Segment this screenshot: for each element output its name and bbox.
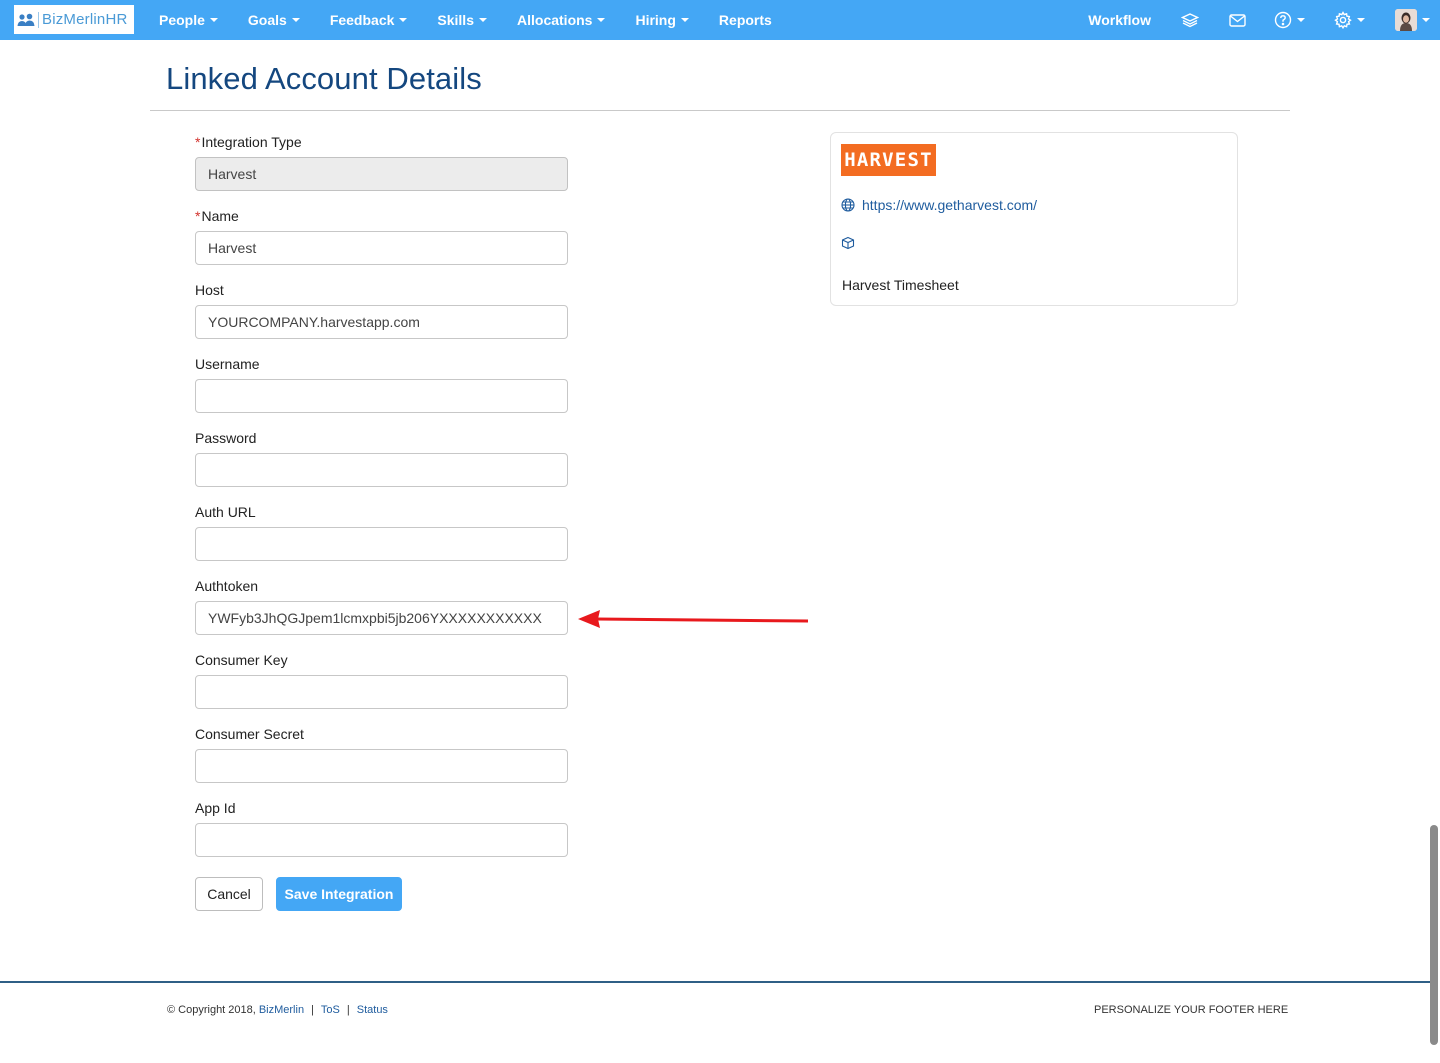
user-menu[interactable]: [1395, 9, 1430, 31]
menu-allocations-label: Allocations: [517, 12, 593, 28]
footer-separator: |: [346, 1004, 350, 1016]
menu-goals[interactable]: Goals: [248, 12, 300, 28]
logo-text: BizMerlinHR: [42, 11, 128, 28]
footer-personalize: PERSONALIZE YOUR FOOTER HERE: [1094, 1004, 1289, 1016]
chevron-down-icon: [479, 18, 487, 22]
required-marker: *: [195, 208, 201, 224]
password-field: Password: [195, 428, 568, 502]
cube-icon: [841, 236, 855, 250]
name-label-text: Name: [201, 208, 239, 224]
mail-icon[interactable]: [1229, 13, 1246, 27]
app-id-label: App Id: [195, 800, 236, 816]
logo-separator: [38, 11, 39, 28]
page-title: Linked Account Details: [166, 61, 482, 96]
password-label: Password: [195, 430, 257, 446]
tos-link[interactable]: ToS: [321, 1004, 340, 1016]
username-input[interactable]: [195, 379, 568, 413]
menu-people[interactable]: People: [159, 12, 218, 28]
username-field: Username: [195, 354, 568, 428]
consumer-key-label: Consumer Key: [195, 652, 288, 668]
app-id-field: App Id: [195, 798, 568, 872]
host-input[interactable]: YOURCOMPANY.harvestapp.com: [195, 305, 568, 339]
website-row: https://www.getharvest.com/: [841, 197, 1037, 213]
website-link[interactable]: https://www.getharvest.com/: [862, 197, 1037, 213]
menu-hiring[interactable]: Hiring: [635, 12, 689, 28]
copyright-text: © Copyright 2018,: [167, 1004, 256, 1016]
company-link[interactable]: BizMerlin: [259, 1004, 304, 1016]
menu-skills-label: Skills: [437, 12, 474, 28]
name-field: *Name Harvest: [195, 206, 568, 280]
chevron-down-icon: [1422, 18, 1430, 22]
chevron-down-icon: [597, 18, 606, 22]
app-logo[interactable]: BizMerlinHR: [14, 5, 134, 34]
layers-icon[interactable]: [1181, 12, 1199, 28]
help-circle-icon: [1274, 11, 1292, 29]
chevron-down-icon: [1297, 18, 1305, 22]
integration-info-card: HARVEST https://www.getharvest.com/ Harv…: [830, 132, 1238, 306]
auth-url-input[interactable]: [195, 527, 568, 561]
menu-allocations[interactable]: Allocations: [517, 12, 606, 28]
footer-separator: |: [311, 1004, 314, 1016]
chevron-down-icon: [209, 18, 218, 22]
chevron-down-icon: [291, 18, 300, 22]
form-actions: Cancel Save Integration: [195, 877, 402, 911]
chevron-down-icon: [1357, 18, 1365, 22]
name-label: *Name: [195, 208, 239, 224]
required-marker: *: [195, 134, 201, 150]
integration-type-field: *Integration Type Harvest: [195, 132, 568, 206]
footer-divider: [0, 981, 1430, 983]
name-input[interactable]: Harvest: [195, 231, 568, 265]
menu-reports-label: Reports: [718, 12, 772, 28]
authtoken-input[interactable]: YWFyb3JhQGJpem1lcmxpbi5jb206YXXXXXXXXXXX: [195, 601, 568, 635]
cancel-button[interactable]: Cancel: [195, 877, 263, 911]
integration-description: Harvest Timesheet: [842, 277, 959, 293]
consumer-secret-input[interactable]: [195, 749, 568, 783]
workflow-link[interactable]: Workflow: [1088, 12, 1151, 28]
integration-form: *Integration Type Harvest *Name Harvest …: [195, 132, 568, 872]
consumer-secret-label: Consumer Secret: [195, 726, 304, 742]
integration-type-select[interactable]: Harvest: [195, 157, 568, 191]
auth-url-field: Auth URL: [195, 502, 568, 576]
settings-menu[interactable]: [1334, 11, 1365, 29]
authtoken-label: Authtoken: [195, 578, 259, 594]
menu-people-label: People: [159, 12, 205, 28]
help-menu[interactable]: [1274, 11, 1305, 29]
chevron-down-icon: [399, 18, 408, 22]
integration-type-label: *Integration Type: [195, 134, 302, 150]
harvest-logo: HARVEST: [841, 144, 936, 176]
menu-goals-label: Goals: [247, 12, 287, 28]
chevron-down-icon: [680, 18, 689, 22]
people-group-icon: [16, 12, 36, 28]
main-menu: People Goals Feedback Skills Allocations…: [159, 0, 802, 40]
auth-url-label: Auth URL: [195, 504, 256, 520]
menu-reports[interactable]: Reports: [719, 12, 772, 28]
consumer-key-field: Consumer Key: [195, 650, 568, 724]
globe-icon: [841, 198, 855, 212]
annotation-arrow: [578, 610, 809, 628]
consumer-secret-field: Consumer Secret: [195, 724, 568, 798]
status-link[interactable]: Status: [357, 1004, 388, 1016]
integration-type-label-text: Integration Type: [201, 134, 302, 150]
password-input[interactable]: [195, 453, 568, 487]
menu-skills[interactable]: Skills: [437, 12, 487, 28]
menu-hiring-label: Hiring: [635, 12, 676, 28]
authtoken-field: Authtoken YWFyb3JhQGJpem1lcmxpbi5jb206YX…: [195, 576, 568, 650]
app-id-input[interactable]: [195, 823, 568, 857]
top-navbar: BizMerlinHR People Goals Feedback Skills…: [0, 0, 1440, 40]
menu-feedback[interactable]: Feedback: [330, 12, 408, 28]
footer-copyright: © Copyright 2018, BizMerlin | ToS | Stat…: [167, 1004, 388, 1016]
username-label: Username: [195, 356, 260, 372]
gear-icon: [1334, 11, 1352, 29]
title-divider: [150, 110, 1290, 111]
workflow-label: Workflow: [1088, 12, 1151, 28]
page-scrollbar[interactable]: [1430, 825, 1438, 1045]
consumer-key-input[interactable]: [195, 675, 568, 709]
save-integration-button[interactable]: Save Integration: [276, 877, 402, 911]
host-label: Host: [195, 282, 224, 298]
avatar: [1395, 9, 1417, 31]
host-field: Host YOURCOMPANY.harvestapp.com: [195, 280, 568, 354]
menu-feedback-label: Feedback: [329, 12, 395, 28]
